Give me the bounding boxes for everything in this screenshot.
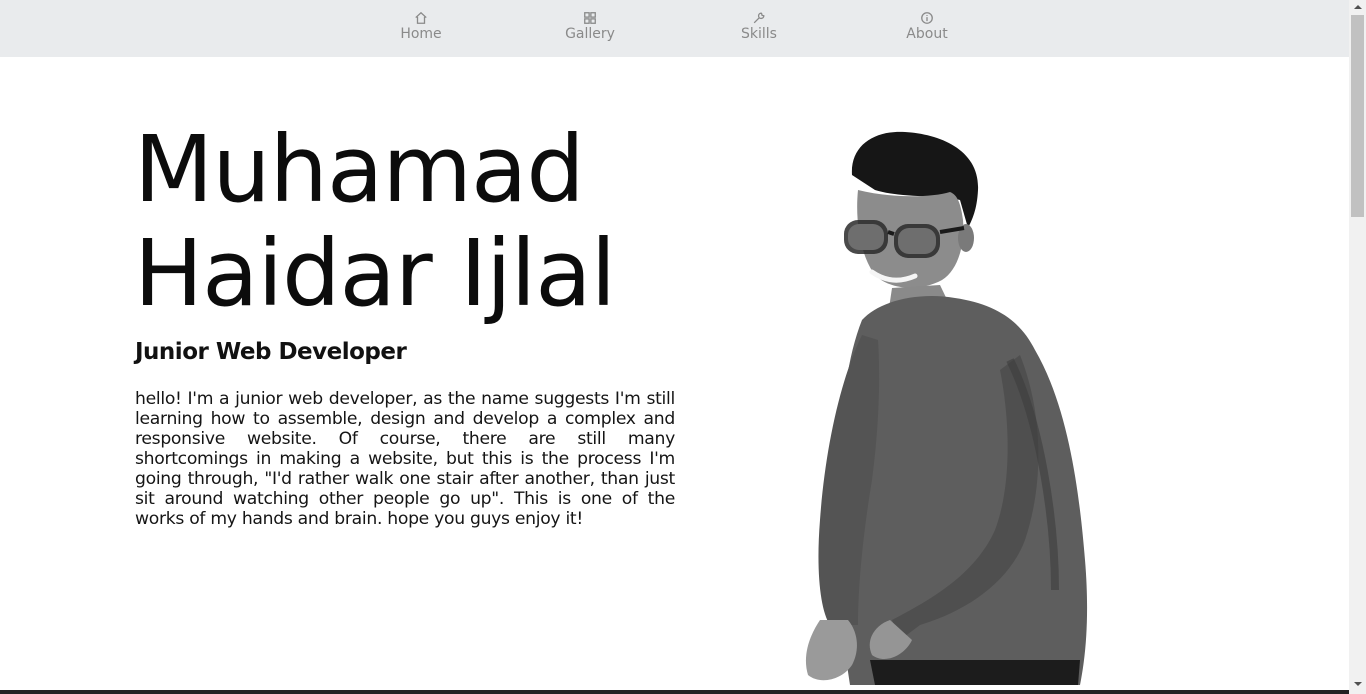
nav-item-home[interactable]: Home bbox=[376, 9, 466, 43]
home-icon bbox=[376, 9, 466, 26]
info-icon bbox=[882, 9, 972, 26]
nav-item-skills[interactable]: Skills bbox=[714, 9, 804, 43]
nav-item-label: Gallery bbox=[565, 26, 615, 42]
nav-item-label: Home bbox=[400, 26, 442, 42]
hero-role: Junior Web Developer bbox=[135, 339, 407, 365]
hero-name: Muhamad Haidar Ijlal bbox=[134, 116, 616, 327]
bottom-divider bbox=[0, 690, 1349, 694]
nav-item-label: Skills bbox=[741, 26, 777, 42]
scrollbar-thumb[interactable] bbox=[1351, 15, 1364, 217]
nav-item-label: About bbox=[906, 26, 948, 42]
nav-item-gallery[interactable]: Gallery bbox=[545, 9, 635, 43]
scroll-up-icon[interactable] bbox=[1354, 5, 1362, 9]
grid-icon bbox=[545, 9, 635, 26]
hero-bio: hello! I'm a junior web developer, as th… bbox=[135, 389, 675, 529]
top-navbar: Home Gallery Skills About bbox=[0, 0, 1349, 57]
wrench-icon bbox=[714, 9, 804, 26]
nav-item-about[interactable]: About bbox=[882, 9, 972, 43]
scroll-down-icon[interactable] bbox=[1354, 682, 1362, 686]
portrait-photo bbox=[805, 131, 1088, 685]
